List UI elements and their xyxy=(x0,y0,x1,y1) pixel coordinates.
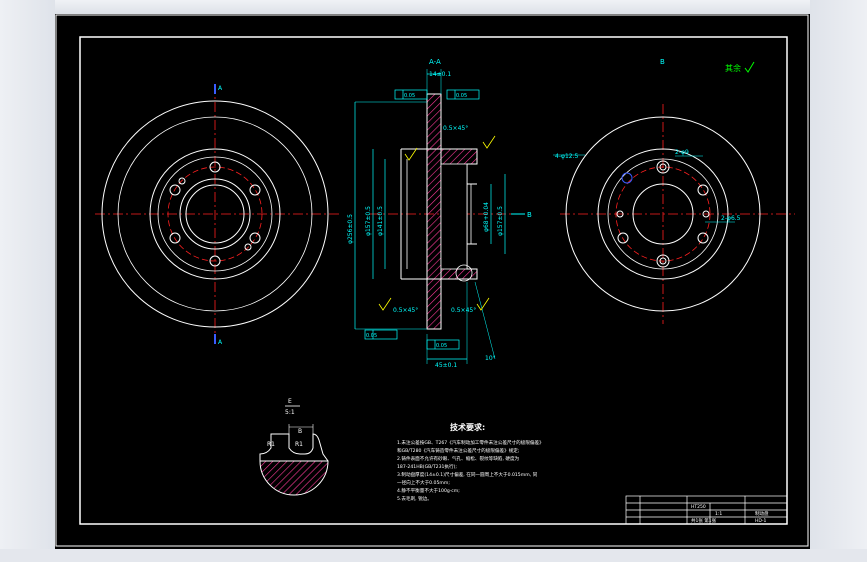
detail-r1-right: R1 xyxy=(295,441,303,448)
detail-r1-left: R1 xyxy=(267,441,275,448)
dim-outer-diameter: φ256±0.5 xyxy=(347,214,354,244)
title-code: HD-1 xyxy=(755,518,766,524)
note-line: 2.铸件表面不允许有砂眼、气孔、缩松、裂纹等缺陷, 硬度为 xyxy=(397,455,520,462)
dim-inner-diameter: φ157±0.5 xyxy=(365,206,372,236)
section-mark-bottom: A xyxy=(218,339,223,346)
dim-chamfer-right: 0.5×45° xyxy=(451,307,476,314)
dim-157b: φ157±0.5 xyxy=(497,206,504,236)
notes-title: 技术要求: xyxy=(450,422,485,432)
detail-view xyxy=(259,405,329,496)
note-line: 4.静不平衡量不大于100g·cm; xyxy=(397,487,460,494)
dim-two-holes-b: 2-φ6.5 xyxy=(721,215,741,222)
view-b xyxy=(553,104,795,324)
window-left-bar xyxy=(0,0,55,562)
dim-chamfer-top: 0.5×45° xyxy=(443,125,468,132)
title-part-name: 制动盘 xyxy=(755,510,769,517)
detail-b-label: B xyxy=(298,428,302,435)
dim-thickness-top: 14±0.1 xyxy=(429,71,451,78)
cad-drawing: A A A-A 14±0.1 0.05 0.05 0.5×45° 0.5×45°… xyxy=(55,14,809,547)
drawing-canvas[interactable]: A A A-A 14±0.1 0.05 0.05 0.5×45° 0.5×45°… xyxy=(55,14,810,549)
view-b-note: 其余 xyxy=(725,63,741,73)
window-bottom-bar xyxy=(0,549,867,562)
note-line: 一径向上不大于0.05mm; xyxy=(397,479,450,486)
title-scale: 1:1 xyxy=(715,511,722,517)
notes-list: 1.未注公差按GB、T267《汽车制动加工零件未注公差尺寸的极限偏差》 和GB/… xyxy=(397,439,544,502)
roughness-symbol xyxy=(744,61,755,73)
view-b-label: B xyxy=(660,58,665,66)
detail-scale: 5:1 xyxy=(285,409,295,416)
dim-141: φ141±0.5 xyxy=(377,206,384,236)
note-line: 1.未注公差按GB、T267《汽车制动加工零件未注公差尺寸的极限偏差》 xyxy=(397,439,544,446)
title-sheet: 共1张 第1张 xyxy=(691,517,717,524)
front-view xyxy=(95,84,340,344)
detail-label: E xyxy=(288,398,292,405)
tol-flatness: 0.05 xyxy=(404,93,415,99)
dim-two-holes: 2-φ9 xyxy=(675,149,689,156)
dim-68: φ68+0.04 xyxy=(483,202,490,232)
section-label: A-A xyxy=(429,58,441,66)
b-arrow-label: B xyxy=(527,211,532,219)
tol-bottom: 0.05 xyxy=(436,343,447,349)
note-line: 和GB/T280《汽车铸造零件未注公差尺寸的极限偏差》规定; xyxy=(397,447,520,454)
dim-depth: 45±0.1 xyxy=(435,362,457,369)
section-mark-top: A xyxy=(218,85,223,92)
note-line: 3.制动盘厚度(14±0.1)尺寸偏差, 在同一圆周上不大于0.015mm, 同 xyxy=(397,471,538,478)
note-line: 187-241HB(GB/T231执行); xyxy=(397,463,457,470)
tol-runout: 0.05 xyxy=(456,93,467,99)
window-top-bar xyxy=(0,0,867,14)
title-material: HT250 xyxy=(691,504,706,510)
tol-bottom-left: 0.05 xyxy=(366,333,377,339)
dim-chamfer-left: 0.5×45° xyxy=(393,307,418,314)
dim-holes: 4-φ12.5 xyxy=(555,153,578,160)
dim-angle: 10° xyxy=(485,355,496,362)
note-line: 5.去毛刺, 锐边。 xyxy=(397,495,432,502)
window-right-bar xyxy=(810,0,867,562)
